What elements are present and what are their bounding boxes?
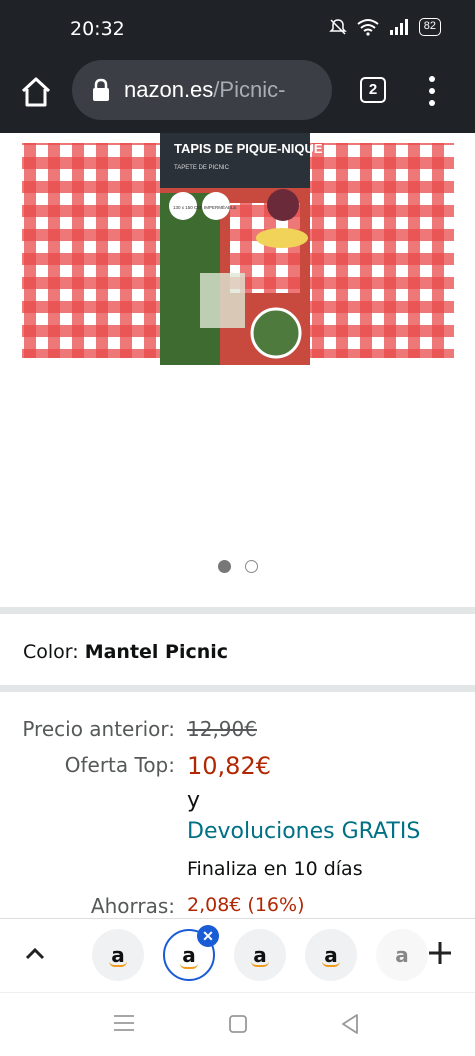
status-bar: 20:32 82 <box>0 0 475 60</box>
package-title: TAPIS DE PIQUE-NIQUE <box>174 141 323 156</box>
url-domain: nazon.es <box>124 77 214 102</box>
status-time: 20:32 <box>70 18 125 40</box>
carousel-dot-1[interactable] <box>217 560 231 573</box>
offer-price-label: Oferta Top: <box>64 753 175 777</box>
url-path: /Picnic- <box>213 77 286 102</box>
package-subtitle: TAPETE DE PICNIC <box>174 165 230 171</box>
previous-price-label: Precio anterior: <box>22 717 175 741</box>
color-selection[interactable]: Color: Mantel Picnic <box>23 640 228 664</box>
free-returns-link[interactable]: Devoluciones GRATIS <box>187 819 420 844</box>
recents-menu-icon[interactable] <box>113 1013 135 1033</box>
battery-icon: 82 <box>418 18 441 36</box>
status-icons: 82 <box>328 18 441 36</box>
carousel-dot-2[interactable] <box>244 560 258 573</box>
waterproof-badge: IMPERMÉABLE <box>204 204 237 210</box>
new-tab-icon[interactable] <box>426 939 454 967</box>
signal-icon <box>389 19 408 35</box>
more-options-icon[interactable] <box>422 74 442 108</box>
close-tab-icon[interactable]: ✕ <box>197 925 219 947</box>
previous-price-value: 12,90€ <box>187 717 257 741</box>
section-divider <box>0 685 475 692</box>
home-icon[interactable] <box>18 74 54 110</box>
tab-amazon-1[interactable]: a <box>92 929 144 981</box>
savings-label: Ahorras: <box>90 894 175 918</box>
chevron-up-icon[interactable] <box>24 943 46 965</box>
savings-value: 2,08€ (16%) <box>187 894 305 916</box>
carousel-indicator <box>0 560 475 573</box>
color-value: Mantel Picnic <box>84 641 229 663</box>
wifi-icon <box>357 19 379 36</box>
product-image[interactable]: TAPIS DE PIQUE-NIQUE TAPETE DE PICNIC 13… <box>0 133 475 553</box>
color-label: Color: <box>23 641 79 663</box>
address-bar[interactable]: nazon.es/Picnic- <box>72 60 332 120</box>
tab-switcher-button[interactable]: 2 <box>360 77 386 103</box>
tab-amazon-4[interactable]: a <box>305 929 357 981</box>
browser-toolbar: nazon.es/Picnic- 2 <box>0 60 475 133</box>
home-nav-icon[interactable] <box>228 1014 248 1034</box>
conjunction-text: y <box>187 788 201 813</box>
system-nav-bar <box>0 992 475 1056</box>
tab-amazon-5[interactable]: a <box>376 929 428 981</box>
tab-amazon-3[interactable]: a <box>234 929 286 981</box>
section-divider <box>0 607 475 614</box>
lock-icon <box>93 78 109 101</box>
mute-bell-icon <box>328 19 347 35</box>
deal-ends-text: Finaliza en 10 días <box>187 858 363 880</box>
back-nav-icon[interactable] <box>340 1013 360 1035</box>
amazon-logo-icon: a <box>395 943 409 967</box>
size-badge: 130 x 150 CM <box>173 205 201 210</box>
offer-price-value: 10,82€ <box>187 752 271 780</box>
tab-strip: a a ✕ a a a <box>0 918 475 992</box>
